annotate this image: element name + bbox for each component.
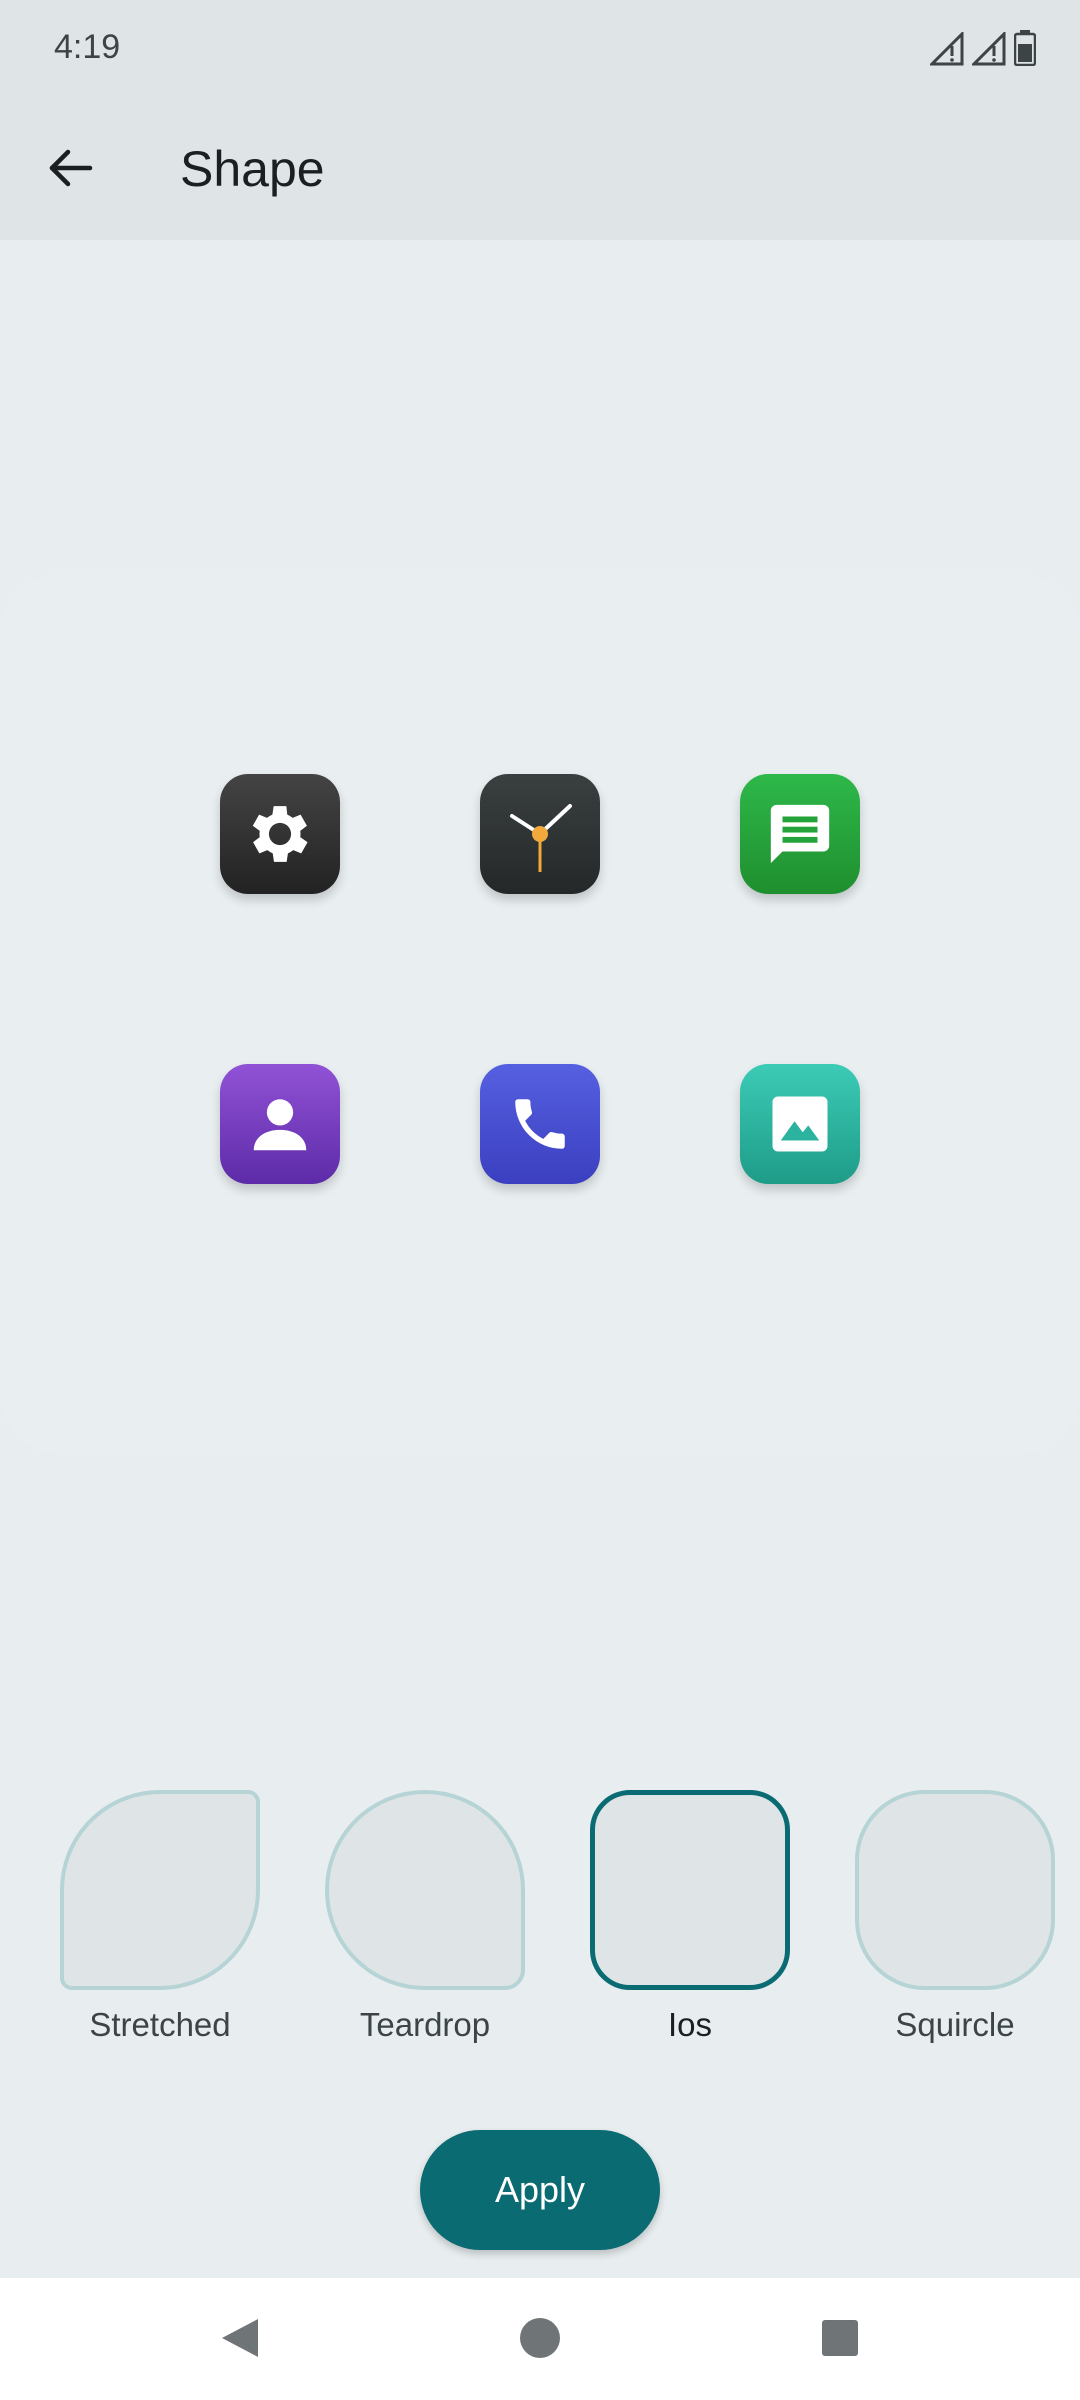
clock-icon [510, 804, 572, 872]
contacts-app-icon [220, 1064, 340, 1184]
shape-option-ios[interactable]: Ios [590, 1780, 790, 2060]
system-nav-bar [0, 2278, 1080, 2400]
phone-icon [515, 1099, 565, 1149]
shape-preview-card [0, 574, 1080, 1454]
settings-app-icon [220, 774, 340, 894]
stretched-shape-preview [60, 1790, 260, 1990]
nav-home-button[interactable] [510, 2308, 570, 2368]
squircle-shape-preview [855, 1790, 1055, 1990]
battery-icon [1014, 30, 1036, 66]
signal-icon [930, 32, 964, 66]
teardrop-shape-preview [325, 1790, 525, 1990]
status-bar: 4:19 [0, 0, 1080, 96]
messages-icon [770, 804, 830, 864]
arrow-left-icon [49, 149, 93, 187]
back-button[interactable] [36, 134, 104, 202]
shape-option-squircle[interactable]: Squircle [855, 1780, 1055, 2060]
shape-option-label: Squircle [895, 2006, 1015, 2043]
shape-options-row: Stretched Teardrop Ios Squircle [0, 1780, 1080, 2070]
gallery-icon [772, 1096, 828, 1152]
shape-option-teardrop[interactable]: Teardrop [325, 1780, 525, 2060]
recents-square-icon [822, 2320, 858, 2356]
shape-option-label: Stretched [89, 2006, 231, 2043]
ios-shape-preview [590, 1790, 790, 1990]
page-title: Shape [180, 141, 325, 197]
status-icons [930, 30, 1036, 66]
settings-icon [252, 806, 308, 862]
nav-back-button[interactable] [210, 2308, 270, 2368]
app-bar: Shape [0, 96, 1080, 240]
shape-option-label: Ios [667, 2006, 713, 2043]
phone-app-icon [480, 1064, 600, 1184]
apply-button[interactable]: Apply [420, 2130, 660, 2250]
clock-app-icon [480, 774, 600, 894]
gallery-app-icon [740, 1064, 860, 1184]
back-triangle-icon [222, 2319, 258, 2357]
signal-icon [972, 32, 1006, 66]
status-time: 4:19 [54, 28, 121, 66]
messages-app-icon [740, 774, 860, 894]
contacts-icon [253, 1099, 307, 1151]
home-circle-icon [520, 2318, 560, 2358]
shape-option-stretched[interactable]: Stretched [60, 1780, 260, 2060]
apply-area: Apply [0, 2070, 1080, 2278]
shape-option-label: Teardrop [359, 2006, 491, 2043]
nav-recents-button[interactable] [810, 2308, 870, 2368]
